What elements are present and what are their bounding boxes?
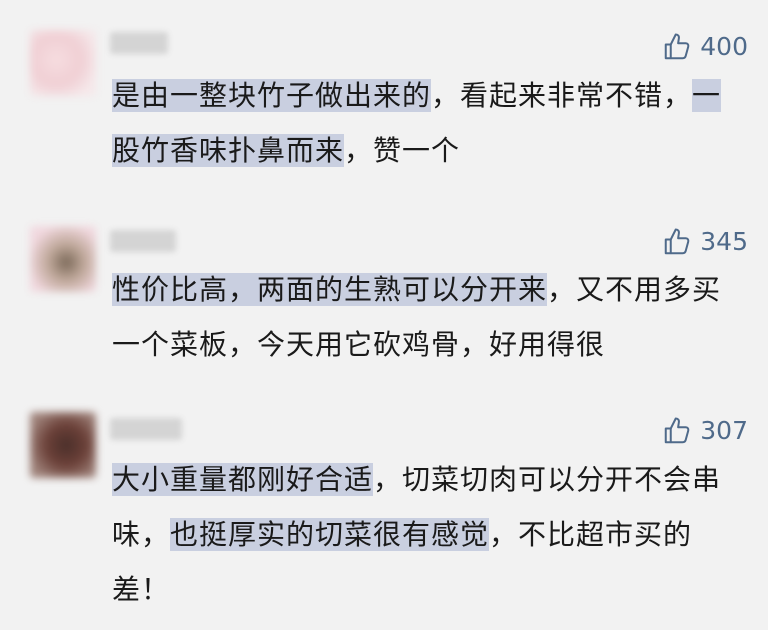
comment-text-segment: ，赞一个 — [344, 134, 461, 167]
like-button[interactable]: 400 — [662, 32, 748, 62]
comment-text: 大小重量都刚好合适，切菜切肉可以分开不会串味，也挺厚实的切菜很有感觉，不比超市买… — [112, 452, 732, 617]
thumbs-up-icon — [662, 416, 692, 446]
username[interactable] — [110, 230, 176, 252]
comment-text: 性价比高，两面的生熟可以分开来，又不用多买一个菜板，今天用它砍鸡骨，好用得很 — [112, 262, 732, 372]
like-button[interactable]: 307 — [662, 416, 748, 446]
username[interactable] — [110, 32, 168, 54]
like-count: 400 — [700, 32, 748, 61]
highlighted-text: 大小重量都刚好合适 — [112, 463, 374, 496]
like-button[interactable]: 345 — [662, 227, 748, 257]
highlighted-text: 是由一整块竹子做出来的 — [112, 79, 432, 112]
thumbs-up-icon — [662, 32, 692, 62]
comment-text-segment: ，看起来非常不错， — [431, 79, 693, 112]
highlighted-text: 也挺厚实的切菜很有感觉 — [170, 518, 490, 551]
like-count: 307 — [700, 416, 748, 445]
avatar[interactable] — [30, 412, 96, 478]
username[interactable] — [110, 418, 182, 440]
avatar[interactable] — [30, 226, 96, 292]
comment-text: 是由一整块竹子做出来的，看起来非常不错，一股竹香味扑鼻而来，赞一个 — [112, 68, 732, 178]
like-count: 345 — [700, 227, 748, 256]
thumbs-up-icon — [662, 227, 692, 257]
highlighted-text: 性价比高，两面的生熟可以分开来 — [112, 273, 548, 306]
avatar[interactable] — [30, 30, 96, 96]
